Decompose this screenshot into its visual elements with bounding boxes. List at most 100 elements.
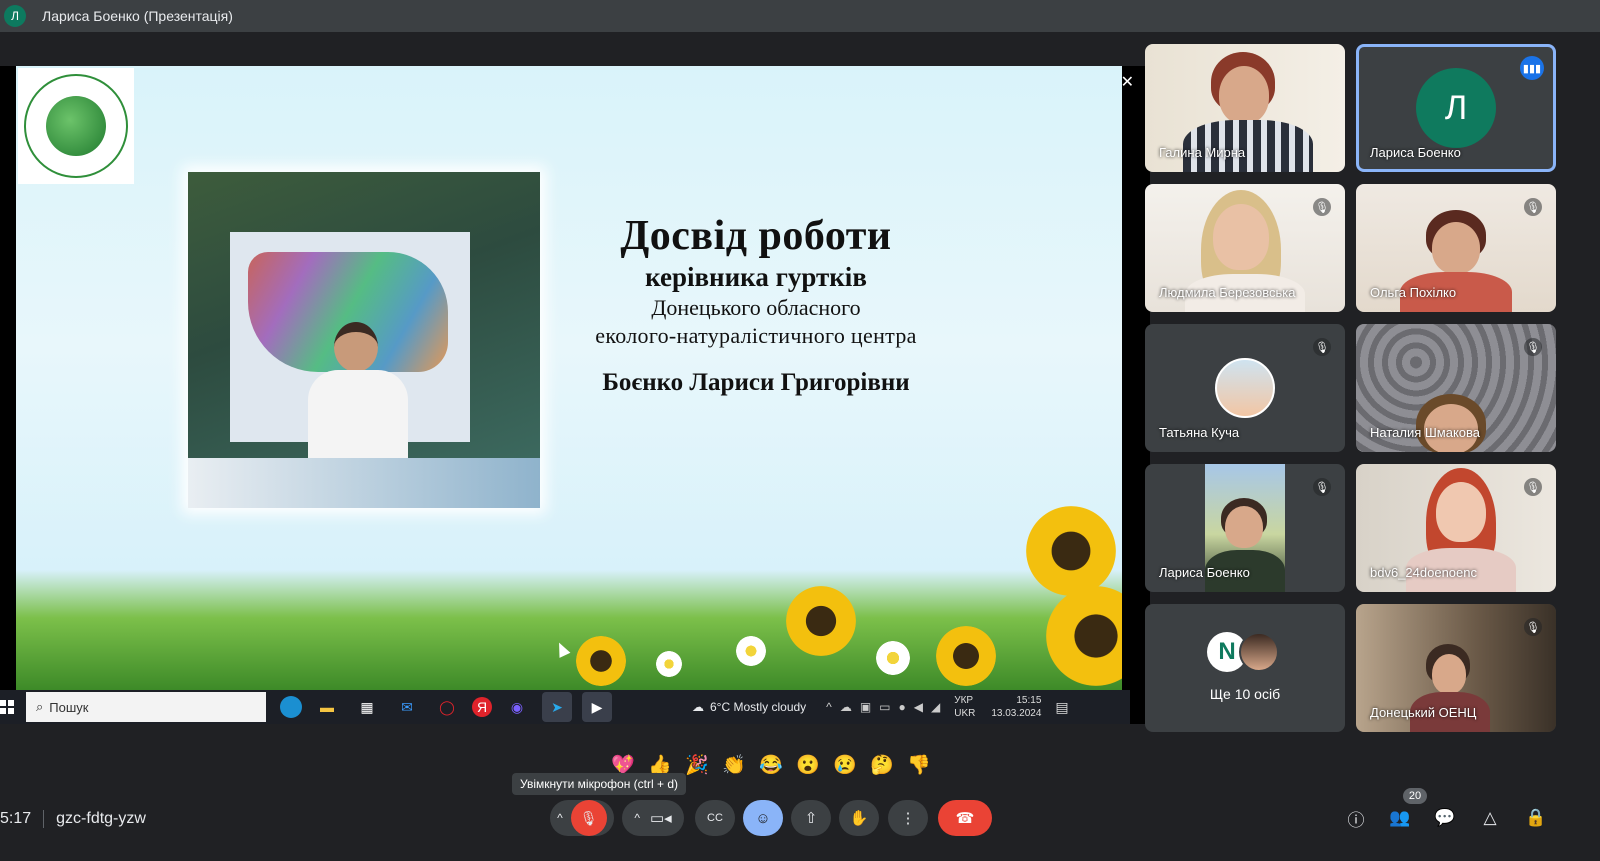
close-icon[interactable]: ✕ — [1121, 72, 1134, 92]
participant-name: Донецький ОЕНЦ — [1370, 705, 1477, 720]
presentation-header: Л Лариса Боенко (Презентація) — [0, 0, 1600, 32]
participant-avatar — [1215, 358, 1275, 418]
info-icon[interactable]: ⓘ — [1342, 806, 1370, 830]
captions-button[interactable]: CC — [695, 800, 735, 836]
clock-date: 13.03.2024 — [991, 708, 1042, 719]
face-shape — [1225, 506, 1263, 548]
sad-reaction-icon[interactable]: 😢 — [832, 752, 858, 778]
telegram-icon[interactable]: ➤ — [542, 692, 572, 722]
more-participants-label: Ще 10 осіб — [1209, 686, 1281, 702]
participant-name: Людмила Березовська — [1159, 285, 1296, 300]
meeting-info: 5:17 gzc-fdtg-yzw — [0, 810, 146, 828]
media-player-icon[interactable]: ▶ — [582, 692, 612, 722]
chevron-up-icon[interactable]: ^ — [826, 700, 832, 714]
present-button[interactable]: ⇧ — [791, 800, 831, 836]
opera-icon[interactable]: ◯ — [432, 692, 462, 722]
face-shape — [1213, 204, 1269, 270]
photo-head — [334, 322, 378, 372]
participant-name: Татьяна Куча — [1159, 425, 1240, 440]
meeting-time: 5:17 — [0, 810, 32, 827]
activities-icon[interactable]: △ — [1476, 806, 1504, 830]
face-shape — [1432, 222, 1480, 274]
face-shape — [1219, 66, 1269, 124]
presentation-slide: Досвід роботи керівника гуртків Донецько… — [16, 66, 1122, 690]
mic-off-icon: 🎙 — [1524, 198, 1542, 216]
thinking-reaction-icon[interactable]: 🤔 — [869, 752, 895, 778]
clock-time: 15:15 — [1016, 695, 1042, 706]
file-explorer-icon[interactable]: ▬ — [312, 692, 342, 722]
camera-button[interactable]: ▭◂ — [650, 809, 672, 827]
mic-off-button[interactable]: 🎙 — [570, 800, 607, 836]
shared-screen: Досвід роботи керівника гуртків Донецько… — [0, 66, 1150, 724]
mail-icon[interactable]: ✉ — [392, 692, 422, 722]
end-call-button[interactable]: ☎ — [938, 800, 992, 836]
slide-author: Боєнко Лариси Григорівни — [602, 369, 910, 396]
chat-app-icon[interactable]: ◉ — [502, 692, 532, 722]
taskbar-search-placeholder: Пошук — [49, 699, 89, 715]
participant-tile[interactable]: 🎙 bdv6_24doenoenc — [1356, 464, 1556, 592]
photo-table — [188, 458, 540, 508]
daisy-icon — [876, 641, 910, 675]
sunflower-icon — [786, 586, 856, 656]
face-shape — [1436, 482, 1486, 542]
lang-line-1: УКР — [954, 695, 974, 706]
taskbar-search[interactable]: ⌕ Пошук — [26, 692, 266, 722]
language-indicator[interactable]: УКР UKR — [954, 694, 975, 720]
weather-widget[interactable]: ☁ 6°C Mostly cloudy — [692, 700, 806, 714]
participant-avatar: Л — [1416, 68, 1496, 148]
clap-reaction-icon[interactable]: 👏 — [721, 752, 747, 778]
participant-tile[interactable]: 🎙 Донецький ОЕНЦ — [1356, 604, 1556, 732]
party-reaction-icon[interactable]: 🎉 — [684, 752, 710, 778]
participant-name: Наталия Шмакова — [1370, 425, 1481, 440]
participant-tile[interactable]: 🎙 Наталия Шмакова — [1356, 324, 1556, 452]
mic-tray-icon[interactable]: ● — [899, 700, 906, 714]
more-options-button[interactable]: ⋮ — [888, 800, 928, 836]
battery-icon[interactable]: ▭ — [879, 700, 890, 714]
participant-tile[interactable]: 🎙 Ольга Похілко — [1356, 184, 1556, 312]
laugh-reaction-icon[interactable]: 😂 — [758, 752, 784, 778]
meeting-code: gzc-fdtg-yzw — [56, 810, 146, 827]
mic-tooltip: Увімкнути мікрофон (ctrl + d) — [512, 773, 687, 795]
thumbs-down-reaction-icon[interactable]: 👎 — [906, 752, 932, 778]
presenter-avatar: Л — [4, 5, 26, 27]
participant-name: Галина Мирна — [1159, 145, 1246, 160]
participant-tile[interactable]: 🎙 Людмила Березовська — [1145, 184, 1345, 312]
people-count-badge: 20 — [1403, 788, 1427, 804]
windows-start-icon[interactable] — [0, 700, 14, 714]
slide-text-block: Досвід роботи керівника гуртків Донецько… — [536, 212, 976, 397]
chevron-up-icon[interactable]: ^ — [634, 811, 640, 825]
volume-icon[interactable]: ◀ — [914, 700, 923, 714]
cloud-icon: ☁ — [692, 700, 704, 714]
chevron-up-icon[interactable]: ^ — [557, 811, 563, 825]
participant-tile[interactable]: 🎙 Татьяна Куча — [1145, 324, 1345, 452]
sunflower-icon — [936, 626, 996, 686]
edge-icon[interactable] — [280, 696, 302, 718]
lang-line-2: UKR — [954, 708, 976, 719]
participant-tile[interactable]: 🎙 Лариса Боенко — [1145, 464, 1345, 592]
people-icon[interactable]: 👥 — [1386, 806, 1414, 830]
network-icon[interactable]: ▣ — [860, 700, 871, 714]
yandex-icon[interactable]: Я — [472, 697, 492, 717]
notification-icon[interactable]: ▤ — [1055, 699, 1068, 716]
host-controls-icon[interactable]: 🔒 — [1522, 806, 1550, 830]
store-icon[interactable]: ▦ — [352, 692, 382, 722]
chat-icon[interactable]: 💬 — [1431, 806, 1459, 830]
wifi-icon[interactable]: ◢ — [931, 700, 940, 714]
emoji-button[interactable]: ☺ — [743, 800, 783, 836]
onedrive-icon[interactable]: ☁ — [840, 700, 852, 714]
sunflower-icon — [576, 636, 626, 686]
more-participants-tile[interactable]: N Ще 10 осіб — [1145, 604, 1345, 732]
system-tray[interactable]: ^ ☁ ▣ ▭ ● ◀ ◢ — [826, 700, 940, 714]
globe-icon — [46, 96, 106, 156]
slide-subtitle: керівника гуртків — [645, 262, 867, 292]
participant-name: bdv6_24doenoenc — [1370, 565, 1477, 580]
raise-hand-button[interactable]: ✋ — [839, 800, 879, 836]
participant-tile-active[interactable]: Л ▮▮▮ Лариса Боенко — [1356, 44, 1556, 172]
weather-text: 6°C Mostly cloudy — [710, 700, 807, 714]
participant-tile[interactable]: Галина Мирна — [1145, 44, 1345, 172]
presentation-title: Лариса Боенко (Презентація) — [42, 8, 233, 24]
taskbar-clock[interactable]: 15:15 13.03.2024 — [991, 694, 1041, 720]
mic-off-icon: 🎙 — [1313, 198, 1331, 216]
surprised-reaction-icon[interactable]: 😮 — [795, 752, 821, 778]
search-icon: ⌕ — [36, 699, 44, 714]
